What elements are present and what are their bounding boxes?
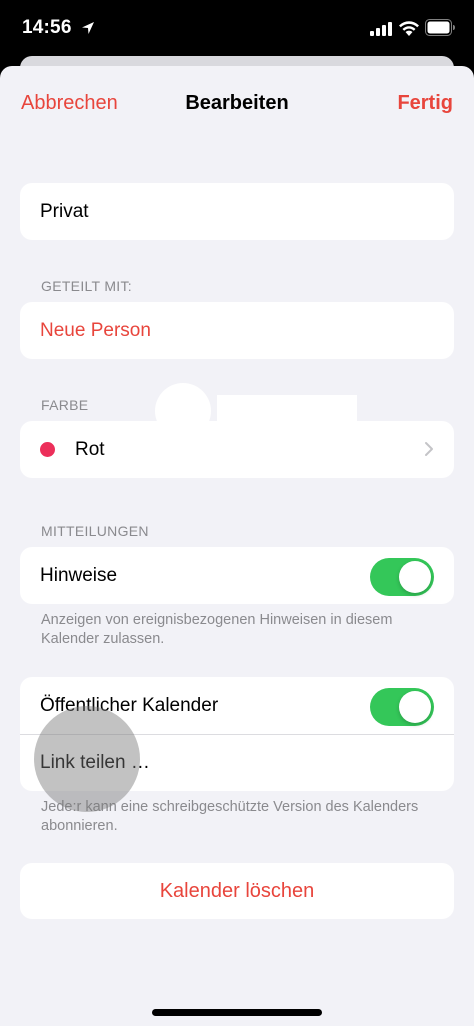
chevron-right-icon	[425, 442, 433, 456]
done-button[interactable]: Fertig	[397, 92, 453, 115]
status-bar: 14:56	[0, 0, 474, 58]
toggle-knob	[399, 561, 431, 593]
navigation-bar: Abbrechen Bearbeiten Fertig	[0, 66, 474, 142]
redaction-circle	[155, 383, 211, 439]
touch-indicator	[34, 706, 140, 812]
shared-with-label: GETEILT MIT:	[41, 278, 132, 294]
delete-calendar-button[interactable]: Kalender löschen	[20, 863, 454, 919]
public-calendar-toggle[interactable]	[370, 688, 434, 726]
status-time: 14:56	[22, 17, 72, 38]
notifications-section-label: MITTEILUNGEN	[41, 523, 149, 539]
alerts-footnote: Anzeigen von ereignisbezogenen Hinweisen…	[41, 612, 393, 647]
redaction-rect	[217, 395, 357, 429]
alerts-row: Hinweise	[20, 547, 454, 604]
add-person-label: Neue Person	[40, 319, 151, 341]
alerts-toggle[interactable]	[370, 558, 434, 596]
color-row[interactable]: Rot	[20, 421, 454, 478]
color-value: Rot	[75, 438, 105, 460]
color-section-label: FARBE	[41, 397, 89, 413]
wifi-icon	[399, 21, 419, 36]
calendar-name-group: Privat	[20, 183, 454, 240]
toggle-knob	[399, 691, 431, 723]
color-dot	[40, 442, 55, 457]
delete-group: Kalender löschen	[20, 863, 454, 919]
calendar-name-value: Privat	[40, 200, 89, 222]
calendar-name-field[interactable]: Privat	[20, 183, 454, 240]
location-arrow-icon	[82, 22, 94, 34]
battery-icon	[425, 19, 455, 36]
shared-with-group: Neue Person	[20, 302, 454, 359]
color-group: Rot	[20, 421, 454, 478]
alerts-label: Hinweise	[40, 564, 118, 586]
add-person-row[interactable]: Neue Person	[20, 302, 454, 359]
cellular-signal-icon	[370, 22, 392, 36]
notifications-group: Hinweise	[20, 547, 454, 604]
home-indicator[interactable]	[152, 1009, 322, 1016]
